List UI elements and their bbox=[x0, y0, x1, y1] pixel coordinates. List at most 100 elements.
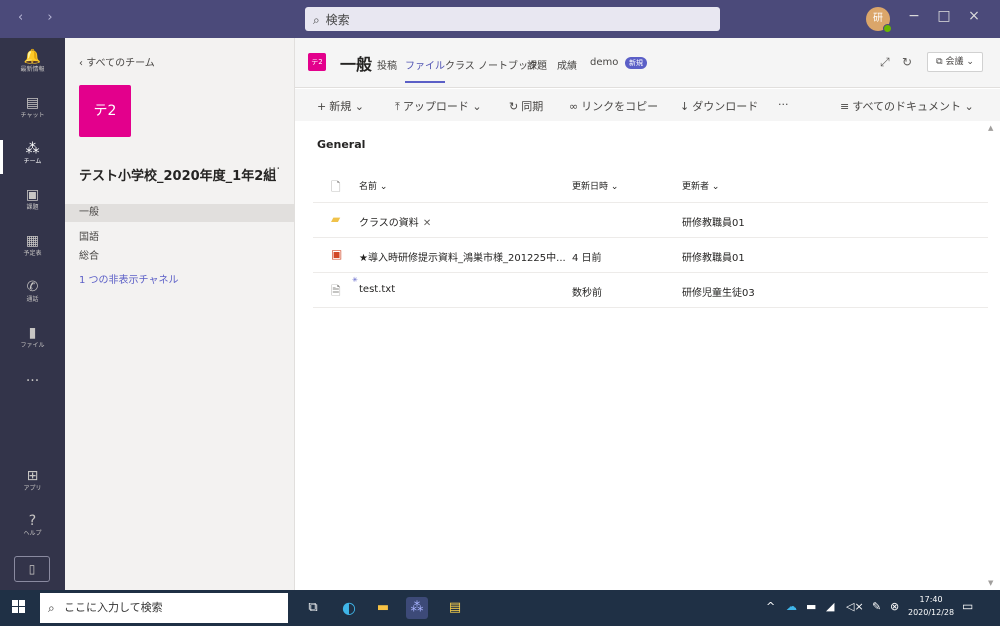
download-button[interactable]: ↓ ダウンロード bbox=[680, 98, 758, 114]
rail-more[interactable]: ··· bbox=[0, 368, 65, 410]
rail-files[interactable]: ▮ ファイル bbox=[0, 320, 65, 362]
new-label: 新規 bbox=[329, 100, 352, 113]
sync-button[interactable]: ↻ 同期 bbox=[509, 98, 543, 114]
file-name[interactable]: クラスの資料 ✕ bbox=[359, 214, 431, 229]
rail-label: 予定表 bbox=[23, 250, 42, 257]
hidden-channels-link[interactable]: 1 つの非表示チャネル bbox=[65, 272, 294, 290]
channel-header: テ2 一般 投稿 ファイル クラス ノートブック 課題 成績 demo 新規 ⤢… bbox=[295, 38, 1000, 88]
rail-label: チャット bbox=[20, 112, 45, 119]
nav-arrows[interactable]: ‹ › bbox=[18, 10, 63, 25]
rail-label: 通話 bbox=[26, 296, 39, 303]
pin-icon: ✕ bbox=[422, 218, 432, 229]
edge-icon[interactable]: ◐ bbox=[338, 597, 360, 619]
scroll-up-icon[interactable]: ▲ bbox=[988, 124, 993, 132]
device-icon[interactable]: ▯ bbox=[14, 556, 50, 582]
search-input[interactable]: ⌕ 検索 bbox=[305, 7, 720, 31]
rail-calls[interactable]: ✆ 通話 bbox=[0, 274, 65, 316]
tab-files[interactable]: ファイル bbox=[405, 57, 445, 88]
minimize-button[interactable]: − bbox=[902, 8, 926, 24]
rail-label: 課題 bbox=[26, 204, 39, 211]
channel-japanese[interactable]: 国語 bbox=[65, 229, 294, 247]
upload-icon: ⤒ bbox=[395, 100, 400, 113]
file-explorer-icon[interactable]: ▬ bbox=[372, 597, 394, 619]
channel-general[interactable]: 一般 bbox=[65, 204, 294, 222]
meet-button[interactable]: ⧉ 会議 ⌄ bbox=[927, 52, 983, 72]
column-modified-by[interactable]: 更新者 ⌄ bbox=[682, 179, 719, 192]
tab-class-notebook[interactable]: クラス ノートブック bbox=[445, 57, 538, 88]
channel-integrated[interactable]: 総合 bbox=[65, 248, 294, 266]
rail-activity[interactable]: 🔔 最新情報 bbox=[0, 44, 65, 86]
presence-icon bbox=[883, 24, 892, 33]
channel-tile: テ2 bbox=[308, 53, 326, 71]
scrollbar[interactable] bbox=[985, 121, 997, 591]
new-button[interactable]: + 新規 ⌄ bbox=[317, 98, 364, 114]
file-modified-by: 研修教職員01 bbox=[682, 218, 745, 229]
file-name[interactable]: ★導入時研修提示資料_鴻巣市様_201225中... bbox=[359, 249, 566, 264]
rail-chat[interactable]: ▤ チャット bbox=[0, 90, 65, 132]
close-button[interactable]: × bbox=[962, 8, 986, 24]
maximize-button[interactable]: □ bbox=[932, 8, 956, 24]
taskbar-search-input[interactable]: ⌕ ここに入力して検索 bbox=[40, 593, 288, 623]
download-icon: ↓ bbox=[680, 100, 690, 113]
taskbar-search-text: ここに入力して検索 bbox=[64, 601, 163, 614]
tab-assignments[interactable]: 課題 bbox=[527, 57, 547, 88]
back-to-teams-link[interactable]: ‹ すべてのチーム bbox=[79, 54, 155, 69]
upload-button[interactable]: ⤒ アップロード ⌄ bbox=[395, 98, 482, 114]
more-actions-button[interactable]: ··· bbox=[778, 98, 789, 111]
cloud-icon[interactable]: ☁ bbox=[786, 600, 797, 613]
pen-icon[interactable]: ✎ bbox=[872, 600, 881, 613]
teams-icon: ⁂ bbox=[25, 141, 40, 157]
view-selector[interactable]: ≡ すべてのドキュメント ⌄ bbox=[840, 98, 974, 114]
notification-icon[interactable]: ▭ bbox=[962, 599, 973, 613]
sync-label: 同期 bbox=[521, 100, 544, 113]
link-icon: ∞ bbox=[569, 100, 579, 113]
search-placeholder: 検索 bbox=[325, 13, 350, 27]
avatar-initial: 研 bbox=[873, 13, 883, 24]
tab-posts[interactable]: 投稿 bbox=[377, 57, 397, 88]
file-row[interactable]: ▰ クラスの資料 ✕ 研修教職員01 bbox=[313, 203, 988, 238]
file-row[interactable]: ▣ ★導入時研修提示資料_鴻巣市様_201225中... 4 日前 研修教職員0… bbox=[313, 238, 988, 273]
store-icon[interactable]: ▤ bbox=[444, 597, 466, 619]
column-name[interactable]: 名前 ⌄ bbox=[359, 179, 387, 192]
file-name[interactable]: test.txt bbox=[359, 284, 395, 295]
search-icon: ⌕ bbox=[48, 601, 55, 615]
scroll-down-icon[interactable]: ▼ bbox=[988, 579, 993, 587]
rail-calendar[interactable]: ▦ 予定表 bbox=[0, 228, 65, 270]
tab-grades[interactable]: 成績 bbox=[557, 57, 577, 88]
apps-icon: ⊞ bbox=[26, 468, 39, 484]
battery-icon[interactable]: ▬ bbox=[806, 600, 816, 613]
calendar-icon: ▦ bbox=[25, 233, 40, 249]
sync-icon: ↻ bbox=[509, 100, 519, 113]
refresh-icon[interactable]: ↻ bbox=[902, 55, 912, 69]
column-modified[interactable]: 更新日時 ⌄ bbox=[572, 179, 618, 192]
rail-assignments[interactable]: ▣ 課題 bbox=[0, 182, 65, 224]
file-modified-by: 研修教職員01 bbox=[682, 253, 745, 264]
copy-link-button[interactable]: ∞ リンクをコピー bbox=[569, 98, 658, 114]
search-icon: ⌕ bbox=[313, 13, 320, 27]
task-view-icon[interactable]: ⧉ bbox=[302, 597, 324, 619]
meet-label: 会議 bbox=[945, 57, 964, 67]
avatar[interactable]: 研 bbox=[866, 7, 892, 33]
file-toolbar: + 新規 ⌄ ⤒ アップロード ⌄ ↻ 同期 ∞ リンクをコピー ↓ ダウンロード ···… bbox=[295, 89, 1000, 121]
status-icon[interactable]: ⊗ bbox=[890, 600, 899, 613]
rail-help[interactable]: ? ヘルプ bbox=[0, 508, 65, 550]
copy-link-label: リンクをコピー bbox=[581, 100, 659, 113]
team-more-button[interactable]: ··· bbox=[268, 162, 280, 177]
windows-start-icon[interactable] bbox=[12, 600, 26, 614]
chevron-up-icon[interactable]: ^ bbox=[766, 600, 775, 613]
rail-label: 最新情報 bbox=[20, 66, 45, 73]
chevron-down-icon: ⌄ bbox=[961, 100, 974, 113]
rail-teams[interactable]: ⁂ チーム bbox=[0, 136, 65, 178]
teams-taskbar-icon[interactable]: ⁂ bbox=[406, 597, 428, 619]
expand-icon[interactable]: ⤢ bbox=[880, 55, 890, 70]
file-row[interactable]: 🗎 ✳ test.txt 数秒前 研修児童生徒03 bbox=[313, 273, 988, 308]
title-bar: ‹ › ⌕ 検索 研 − □ × bbox=[0, 0, 1000, 38]
team-name: テスト小学校_2020年度_1年2組 bbox=[79, 169, 277, 184]
tab-demo[interactable]: demo bbox=[590, 57, 618, 88]
volume-icon[interactable]: ◁× bbox=[846, 600, 864, 613]
file-modified: 数秒前 bbox=[572, 288, 602, 299]
clock[interactable]: 17:40 2020/12/28 bbox=[908, 593, 954, 619]
rail-apps[interactable]: ⊞ アプリ bbox=[0, 463, 65, 505]
file-modified: 4 日前 bbox=[572, 253, 602, 264]
network-icon[interactable]: ◢ bbox=[826, 600, 834, 613]
